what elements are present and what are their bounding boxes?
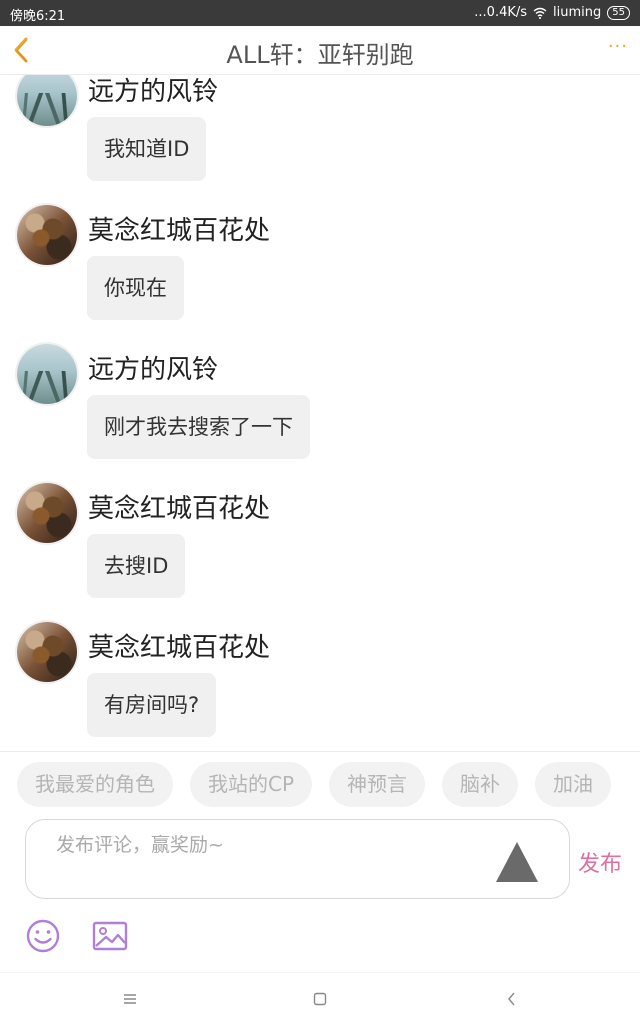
message-bubble[interactable]: 刚才我去搜索了一下 bbox=[87, 395, 310, 459]
header: ALL轩：亚轩别跑 ··· bbox=[0, 26, 640, 75]
quick-tag[interactable]: 我最爱的角色 bbox=[17, 762, 173, 807]
quick-tag[interactable]: 我站的CP bbox=[190, 762, 313, 807]
comment-box bbox=[25, 819, 570, 899]
message-list: 远方的风铃 我知道ID 莫念红城百花处 你现在 远方的风铃 刚才我去搜索了一下 … bbox=[0, 75, 640, 751]
sender-name[interactable]: 远方的风铃 bbox=[88, 75, 218, 108]
back-arrow-icon[interactable] bbox=[10, 36, 32, 64]
comment-input[interactable] bbox=[54, 828, 498, 892]
image-icon[interactable] bbox=[92, 920, 128, 952]
sender-name[interactable]: 莫念红城百花处 bbox=[88, 488, 270, 525]
quick-tag[interactable]: 神预言 bbox=[329, 762, 426, 807]
status-bar: 傍晚6:21 ...0.4K/s liuming 55 bbox=[0, 0, 640, 26]
avatar[interactable] bbox=[17, 344, 77, 404]
nav-back-icon[interactable] bbox=[504, 991, 520, 1007]
avatar[interactable] bbox=[17, 622, 77, 682]
system-nav-bar bbox=[0, 972, 640, 1025]
avatar[interactable] bbox=[17, 205, 77, 265]
sender-name[interactable]: 莫念红城百花处 bbox=[88, 210, 270, 247]
more-options-icon[interactable]: ··· bbox=[608, 36, 628, 57]
sender-name[interactable]: 远方的风铃 bbox=[88, 349, 218, 386]
menu-icon[interactable] bbox=[122, 991, 138, 1007]
quick-tag[interactable]: 加油 bbox=[535, 762, 612, 807]
status-time: 傍晚6:21 bbox=[10, 9, 66, 24]
avatar[interactable] bbox=[17, 75, 77, 126]
message-item: 莫念红城百花处 你现在 bbox=[0, 198, 640, 328]
network-speed: ...0.4K/s bbox=[474, 5, 528, 20]
message-bubble[interactable]: 去搜ID bbox=[87, 534, 186, 598]
wifi-name: liuming bbox=[553, 5, 602, 20]
triangle-icon[interactable] bbox=[496, 842, 538, 882]
message-item: 远方的风铃 我知道ID bbox=[0, 75, 640, 189]
page-title: ALL轩：亚轩别跑 bbox=[226, 41, 414, 69]
sender-name[interactable]: 莫念红城百花处 bbox=[88, 627, 270, 664]
publish-button[interactable]: 发布 bbox=[578, 846, 622, 878]
quick-tag-bar: 我最爱的角色 我站的CP 神预言 脑补 加油 bbox=[17, 762, 612, 807]
emoji-icon[interactable] bbox=[25, 918, 61, 954]
status-right: ...0.4K/s liuming 55 bbox=[474, 5, 630, 20]
message-bubble[interactable]: 我知道ID bbox=[87, 117, 207, 181]
message-item: 莫念红城百花处 去搜ID bbox=[0, 476, 640, 606]
battery-level: 55 bbox=[612, 6, 625, 18]
message-item: 远方的风铃 刚才我去搜索了一下 bbox=[0, 337, 640, 467]
avatar[interactable] bbox=[17, 483, 77, 543]
message-bubble[interactable]: 有房间吗? bbox=[87, 673, 217, 737]
message-item: 莫念红城百花处 有房间吗? bbox=[0, 615, 640, 745]
battery-icon: 55 bbox=[607, 5, 630, 20]
home-icon[interactable] bbox=[312, 991, 328, 1007]
divider bbox=[0, 751, 640, 752]
wifi-icon bbox=[533, 7, 547, 19]
message-bubble[interactable]: 你现在 bbox=[87, 256, 184, 320]
quick-tag[interactable]: 脑补 bbox=[442, 762, 519, 807]
